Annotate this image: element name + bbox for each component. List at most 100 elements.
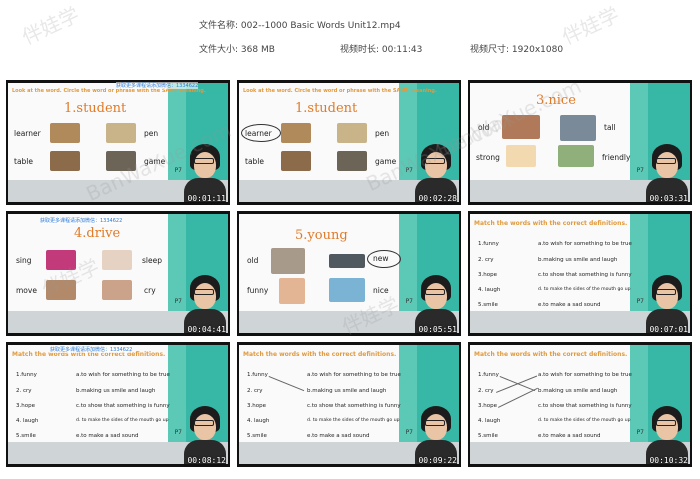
match-right-a: a.to wish for something to be true — [538, 241, 632, 247]
match-right-e: e.to make a sad sound — [307, 433, 370, 439]
funny-image — [279, 278, 305, 304]
match-left-5: 5.smile — [478, 302, 498, 308]
page-number: P7 — [636, 298, 644, 305]
old-man-image — [271, 248, 305, 274]
match-right-c: c.to show that something is funny — [538, 403, 632, 409]
match-right-b: b.making us smile and laugh — [538, 257, 618, 263]
timestamp: 00:02:28 — [418, 194, 457, 203]
match-right-a: a.to wish for something to be true — [307, 372, 401, 378]
match-left-1: 1.funny — [478, 372, 499, 378]
sing-image — [46, 250, 76, 270]
teacher-avatar — [656, 152, 678, 178]
duration-value: 00:11:43 — [381, 45, 423, 55]
timestamp: 00:01:11 — [187, 194, 226, 203]
word-nice: nice — [373, 286, 389, 295]
match-left-2: 2. cry — [478, 388, 494, 394]
word-friendly: friendly — [602, 153, 631, 162]
match-left-2: 2. cry — [16, 388, 32, 394]
match-left-5: 5.smile — [16, 433, 36, 439]
duration-row: 视频时长: 00:11:43 — [340, 42, 422, 55]
page-number: P7 — [405, 298, 413, 305]
teacher-avatar — [425, 152, 447, 178]
match-right-c: c.to show that something is funny — [538, 272, 632, 278]
timestamp: 00:05:51 — [418, 325, 457, 334]
video-thumbnail-3[interactable]: 3.nice old tall strong friendly P7 00:03… — [468, 80, 692, 205]
match-left-3: 3.hope — [247, 403, 266, 409]
instruction-text: Match the words with the correct definit… — [474, 351, 628, 358]
file-size-row: 文件大小: 368 MB — [199, 42, 275, 55]
page-number: P7 — [405, 167, 413, 174]
timestamp: 00:04:41 — [187, 325, 226, 334]
file-name-label: 文件名称: — [199, 21, 239, 31]
slide: Match the words with the correct definit… — [470, 214, 690, 333]
friends-image — [558, 145, 594, 167]
match-left-4: 4. laugh — [247, 418, 270, 424]
word-table: table — [14, 157, 33, 166]
instruction-text: Look at the word. Circle the word or phr… — [243, 88, 437, 94]
slide-title: 4.drive — [74, 226, 121, 241]
pen-image — [337, 123, 367, 143]
match-right-d: d. to make the sides of the mouth go up — [76, 418, 169, 423]
timestamp: 00:08:12 — [187, 456, 226, 465]
video-thumbnail-8[interactable]: Match the words with the correct definit… — [237, 342, 461, 467]
move-image — [46, 280, 76, 300]
video-thumbnail-7[interactable]: Match the words with the correct definit… — [6, 342, 230, 467]
video-thumbnail-5[interactable]: 5.young old new funny nice P7 00:05:51 — [237, 211, 461, 336]
word-game: game — [144, 157, 166, 166]
video-thumbnail-2[interactable]: Look at the word. Circle the word or phr… — [237, 80, 461, 205]
word-cry: cry — [144, 286, 156, 295]
contact-watermark: 获取更多课程请添加微信：1334622 — [116, 82, 199, 89]
slide: Match the words with the correct definit… — [8, 345, 228, 464]
dimensions-value: 1920x1080 — [511, 45, 564, 55]
word-learner: learner — [245, 129, 272, 138]
word-funny: funny — [247, 286, 269, 295]
timestamp: 00:09:22 — [418, 456, 457, 465]
match-left-4: 4. laugh — [478, 418, 501, 424]
page-number: P7 — [174, 429, 182, 436]
contact-watermark: 获取更多课程请添加微信：1334622 — [50, 346, 133, 353]
file-size-label: 文件大小: — [199, 45, 239, 55]
file-name-value: 002--1000 Basic Words Unit12.mp4 — [240, 21, 401, 31]
match-right-e: e.to make a sad sound — [538, 302, 601, 308]
old-man-image — [502, 115, 540, 139]
dimensions-label: 视频尺寸: — [470, 45, 510, 55]
shoe-image — [329, 254, 365, 268]
match-left-3: 3.hope — [478, 403, 497, 409]
video-thumbnail-1[interactable]: Look at the word. Circle the word or phr… — [6, 80, 230, 205]
timestamp: 00:07:01 — [649, 325, 688, 334]
video-thumbnail-6[interactable]: Match the words with the correct definit… — [468, 211, 692, 336]
strong-arm-image — [506, 145, 536, 167]
match-right-d: d. to make the sides of the mouth go up — [538, 287, 631, 292]
teacher-avatar — [425, 283, 447, 309]
match-right-b: b.making us smile and laugh — [307, 388, 387, 394]
file-name-row: 文件名称: 002--1000 Basic Words Unit12.mp4 — [199, 18, 401, 31]
match-left-5: 5.smile — [247, 433, 267, 439]
video-thumbnail-4[interactable]: 4.drive sing sleep move cry P7 获取更多课程请添加… — [6, 211, 230, 336]
match-right-c: c.to show that something is funny — [76, 403, 170, 409]
match-left-1: 1.funny — [247, 372, 268, 378]
file-size-value: 368 MB — [240, 45, 275, 55]
page-number: P7 — [174, 298, 182, 305]
video-thumbnail-9[interactable]: Match the words with the correct definit… — [468, 342, 692, 467]
word-move: move — [16, 286, 37, 295]
match-right-d: d. to make the sides of the mouth go up — [307, 418, 400, 423]
slide-title: 1.student — [64, 101, 127, 116]
slide: Match the words with the correct definit… — [470, 345, 690, 464]
teacher-avatar — [194, 414, 216, 440]
match-left-5: 5.smile — [478, 433, 498, 439]
table-image — [50, 151, 80, 171]
word-pen: pen — [144, 129, 159, 138]
match-right-b: b.making us smile and laugh — [538, 388, 618, 394]
word-old: old — [247, 256, 259, 265]
game-image — [337, 151, 367, 171]
word-new: new — [373, 254, 389, 263]
match-left-4: 4. laugh — [16, 418, 39, 424]
teacher-avatar — [425, 414, 447, 440]
contact-watermark: 获取更多课程请添加微信：1334622 — [40, 217, 123, 224]
word-sing: sing — [16, 256, 32, 265]
match-left-2: 2. cry — [247, 388, 263, 394]
teacher-avatar — [656, 414, 678, 440]
teacher-avatar — [656, 283, 678, 309]
match-left-1: 1.funny — [478, 241, 499, 247]
match-right-c: c.to show that something is funny — [307, 403, 401, 409]
